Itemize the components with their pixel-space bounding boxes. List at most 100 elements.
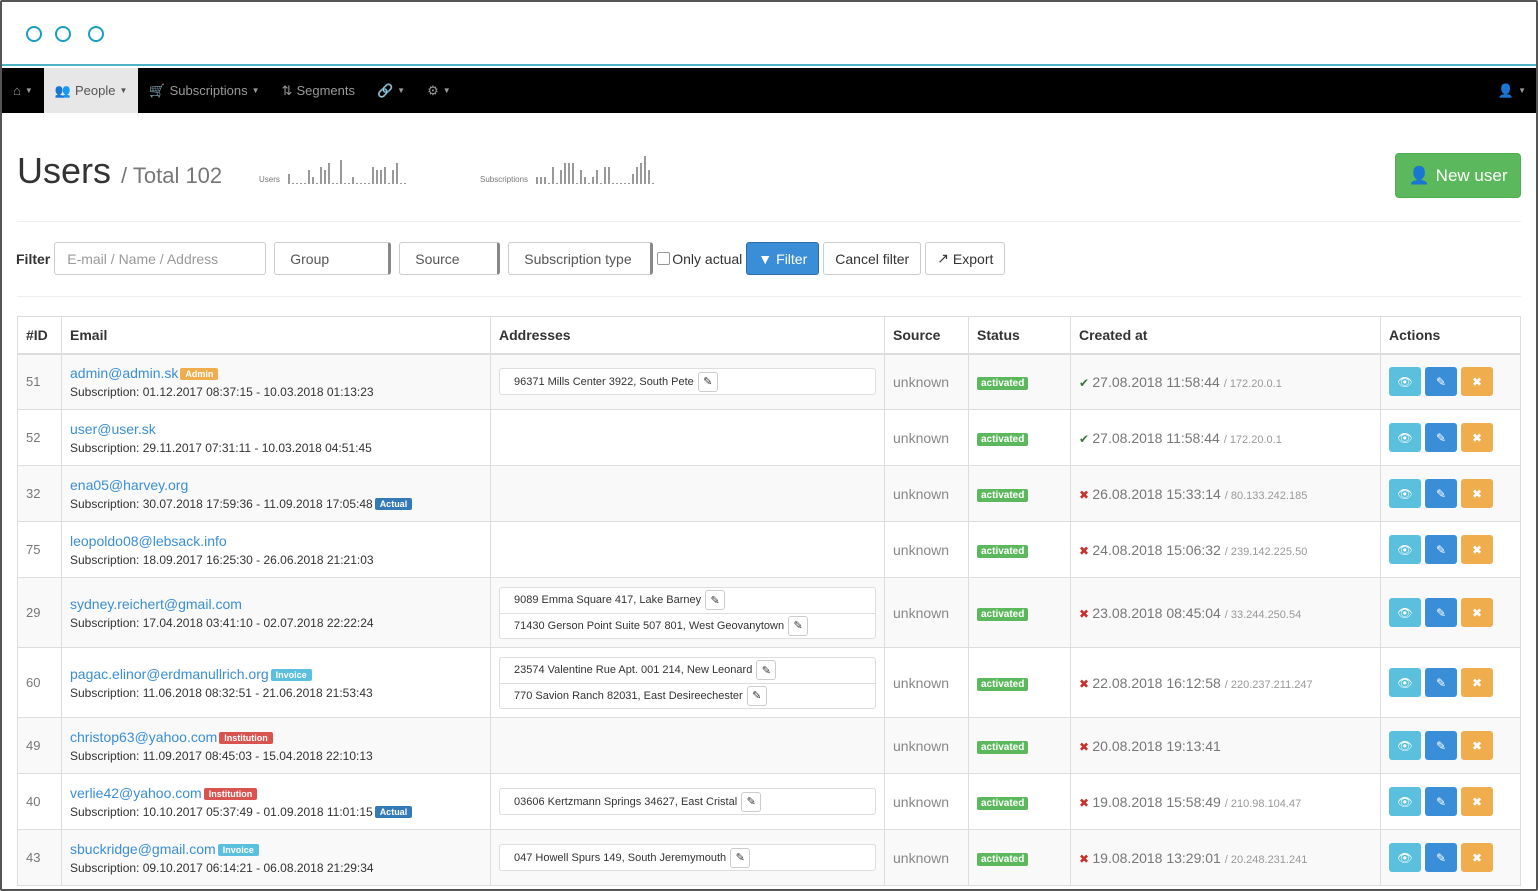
nav-home[interactable]: ⌂ ▼	[2, 68, 44, 113]
addresses-cell	[490, 521, 885, 578]
address-item: 770 Savion Ranch 82031, East Desireeches…	[500, 682, 875, 708]
search-input[interactable]: E-mail / Name / Address	[54, 242, 267, 275]
ip-address: / 172.20.0.1	[1223, 377, 1282, 390]
edit-button[interactable]: ✎	[1425, 731, 1457, 760]
edit-button[interactable]: ✎	[1425, 423, 1457, 452]
email-link[interactable]: admin@admin.sk	[70, 365, 178, 381]
sparkline-bar	[287, 173, 290, 184]
delete-button[interactable]: ✖	[1461, 843, 1493, 872]
user-id: 60	[17, 647, 62, 718]
delete-button[interactable]: ✖	[1461, 535, 1493, 564]
created-date: 22.08.2018 16:12:58	[1092, 674, 1221, 691]
checkbox-label: Only actual	[672, 250, 743, 267]
view-button[interactable]: 👁	[1389, 367, 1421, 397]
address-item: 047 Howell Spurs 149, South Jeremymouth ✎	[500, 845, 875, 870]
column-header[interactable]: Addresses	[490, 316, 885, 355]
nav-segments[interactable]: ⇅ Segments	[271, 68, 366, 113]
view-button[interactable]: 👁	[1389, 479, 1421, 508]
edit-address-button[interactable]: ✎	[756, 660, 777, 680]
edit-address-button[interactable]: ✎	[697, 371, 718, 392]
delete-button[interactable]: ✖	[1461, 479, 1493, 508]
nav-people[interactable]: 👥 People ▼	[43, 68, 139, 113]
view-button[interactable]: 👁	[1389, 423, 1421, 452]
email-link[interactable]: leopoldo08@lebsack.info	[70, 533, 227, 549]
caret-down-icon: ▼	[119, 86, 128, 95]
edit-button[interactable]: ✎	[1425, 787, 1457, 816]
email-link[interactable]: sydney.reichert@gmail.com	[70, 596, 242, 612]
nav-user-menu[interactable]: 👤 ▼	[1487, 68, 1536, 113]
created-cell: ✖ 22.08.2018 16:12:58 / 220.237.211.247	[1070, 647, 1381, 718]
edit-button[interactable]: ✎	[1425, 843, 1457, 872]
edit-button[interactable]: ✎	[1425, 479, 1457, 508]
column-header[interactable]: Actions	[1380, 316, 1521, 355]
window-control-dot[interactable]	[26, 26, 42, 42]
user-label-badge: Institution	[203, 788, 258, 801]
view-button[interactable]: 👁	[1389, 787, 1421, 816]
window-control-dot[interactable]	[88, 26, 104, 42]
checkbox-box[interactable]	[657, 252, 671, 265]
column-header[interactable]: Source	[884, 316, 969, 355]
edit-address-button[interactable]: ✎	[741, 791, 762, 812]
status-cell: activated	[968, 353, 1071, 410]
nav-subscriptions[interactable]: 🛒 Subscriptions ▼	[138, 68, 270, 113]
email-link[interactable]: user@user.sk	[70, 421, 156, 437]
nav-links[interactable]: 🔗 ▼	[366, 68, 416, 113]
view-button[interactable]: 👁	[1389, 843, 1421, 872]
actions-group: 👁 ✎ ✖	[1389, 843, 1512, 872]
column-header[interactable]: #ID	[17, 316, 62, 355]
window-control-dot[interactable]	[55, 26, 71, 42]
only-actual-checkbox[interactable]: Only actual	[657, 251, 742, 267]
cancel-filter-button[interactable]: Cancel filter	[823, 242, 922, 275]
nav-settings[interactable]: ⚙ ▼	[416, 68, 462, 113]
email-link[interactable]: christop63@yahoo.com	[70, 729, 217, 745]
email-link[interactable]: pagac.elinor@erdmanullrich.org	[70, 666, 269, 682]
window-titlebar	[2, 2, 1536, 66]
status-cell: activated	[968, 829, 1071, 886]
edit-address-button[interactable]: ✎	[788, 615, 809, 636]
email-link[interactable]: sbuckridge@gmail.com	[70, 841, 216, 857]
subscription-type-select[interactable]: Subscription type	[508, 242, 654, 275]
button-label: Cancel filter	[835, 250, 910, 267]
edit-button[interactable]: ✎	[1425, 598, 1457, 627]
new-user-button[interactable]: 👤 New user	[1395, 153, 1521, 198]
edit-address-button[interactable]: ✎	[730, 847, 751, 868]
view-button[interactable]: 👁	[1389, 731, 1421, 760]
ip-address: / 172.20.0.1	[1223, 433, 1282, 446]
sparkline-bar	[548, 183, 551, 184]
column-header[interactable]: Created at	[1070, 316, 1381, 355]
group-select[interactable]: Group	[274, 242, 392, 275]
user-label-badge: Institution	[219, 732, 273, 745]
delete-button[interactable]: ✖	[1461, 731, 1493, 760]
delete-button[interactable]: ✖	[1461, 367, 1493, 397]
filter-button[interactable]: ▼ Filter	[746, 242, 820, 275]
column-header[interactable]: Status	[968, 316, 1071, 355]
user-id: 40	[17, 773, 62, 830]
view-button[interactable]: 👁	[1389, 535, 1421, 564]
column-header[interactable]: Email	[61, 316, 491, 355]
sparkline-bar	[572, 163, 575, 184]
addresses-cell	[490, 409, 885, 466]
edit-address-button[interactable]: ✎	[746, 685, 767, 706]
actual-badge: Actual	[374, 806, 413, 819]
edit-button[interactable]: ✎	[1425, 535, 1457, 564]
email-link[interactable]: verlie42@yahoo.com	[70, 785, 202, 801]
sparkline-bar	[628, 183, 631, 184]
button-label: Filter	[776, 250, 808, 267]
actions-cell: 👁 ✎ ✖	[1380, 465, 1521, 522]
edit-button[interactable]: ✎	[1425, 668, 1457, 697]
created-date: 20.08.2018 19:13:41	[1092, 737, 1221, 754]
delete-button[interactable]: ✖	[1461, 598, 1493, 627]
email-link[interactable]: ena05@harvey.org	[70, 477, 188, 493]
source-cell: unknown	[884, 409, 969, 466]
view-button[interactable]: 👁	[1389, 668, 1421, 697]
source-select[interactable]: Source	[399, 242, 501, 275]
view-button[interactable]: 👁	[1389, 598, 1421, 627]
edit-address-button[interactable]: ✎	[705, 590, 726, 610]
nav-label: People	[74, 83, 116, 98]
delete-button[interactable]: ✖	[1461, 423, 1493, 452]
delete-button[interactable]: ✖	[1461, 668, 1493, 697]
delete-button[interactable]: ✖	[1461, 787, 1493, 816]
edit-button[interactable]: ✎	[1425, 367, 1457, 397]
eye-icon: 👁	[1397, 794, 1413, 809]
export-button[interactable]: ↗ Export	[925, 242, 1006, 275]
